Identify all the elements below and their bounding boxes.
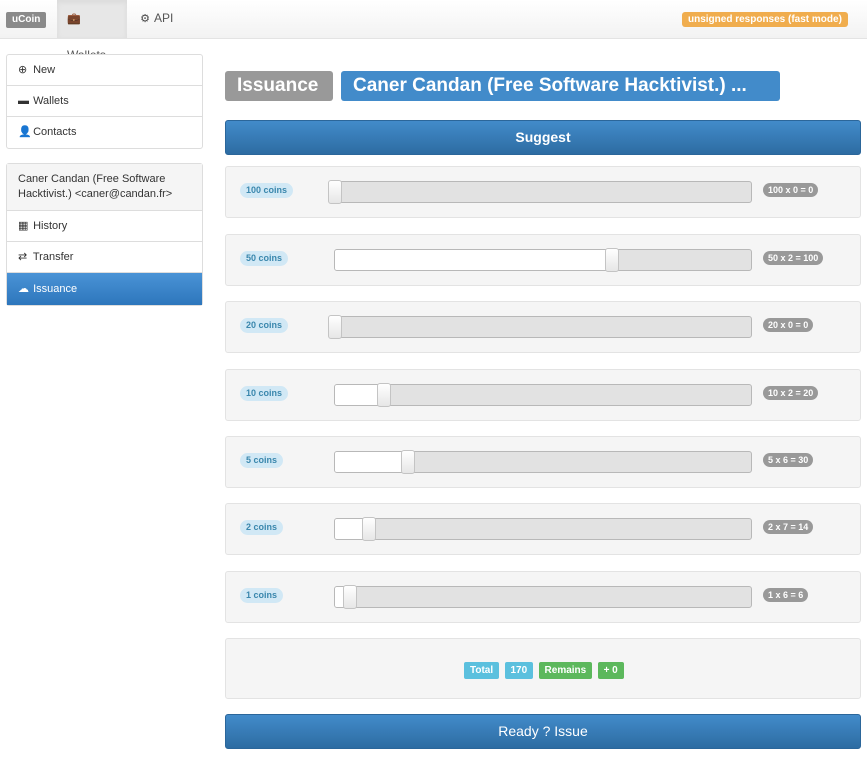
sidebar-main-menu: ⊕ New ▬ Wallets 👤 Contacts xyxy=(6,54,203,149)
slider-handle[interactable] xyxy=(401,450,416,474)
account-header: Caner Candan (Free Software Hacktivist.)… xyxy=(7,164,202,211)
nav-wallets[interactable]: 💼Wallets xyxy=(57,0,127,62)
sidebar-item-contacts[interactable]: 👤 Contacts xyxy=(7,117,202,148)
coin-row: 20 coins 20 x 0 = 0 xyxy=(225,301,861,353)
sidebar-item-history[interactable]: ▦ History xyxy=(7,211,202,242)
slider-handle[interactable] xyxy=(328,180,342,204)
total-value-badge: 170 xyxy=(504,662,534,679)
coin-row: 50 coins 50 x 2 = 100 xyxy=(225,234,861,286)
coin-label: 100 coins xyxy=(240,183,294,198)
coin-calc-badge: 20 x 0 = 0 xyxy=(763,318,814,332)
nav-api-label: API xyxy=(154,11,174,25)
coin-slider[interactable] xyxy=(334,450,752,474)
gear-icon: ⚙ xyxy=(140,13,150,25)
slider-fill xyxy=(335,250,613,270)
coin-calc-badge: 10 x 2 = 20 xyxy=(763,386,819,400)
sidebar-item-transfer[interactable]: ⇄ Transfer xyxy=(7,242,202,273)
coin-calc-badge: 1 x 6 = 6 xyxy=(763,588,809,602)
coin-slider[interactable] xyxy=(334,585,752,609)
slider-fill xyxy=(335,452,409,472)
credit-card-icon: ▬ xyxy=(18,95,29,107)
cloud-upload-icon: ☁ xyxy=(18,283,29,295)
sidebar-account-menu: Caner Candan (Free Software Hacktivist.)… xyxy=(6,163,203,306)
user-icon: 👤 xyxy=(18,126,32,138)
top-navbar: uCoin 💼Wallets ⚙ API unsigned responses (… xyxy=(0,0,867,62)
coin-label: 10 coins xyxy=(240,386,289,401)
coin-label: 2 coins xyxy=(240,520,284,535)
sidebar-item-label: Wallets xyxy=(33,95,69,107)
slider-handle[interactable] xyxy=(342,585,357,609)
slider-handle[interactable] xyxy=(362,517,377,541)
plus-circle-icon: ⊕ xyxy=(18,64,28,76)
remains-label-badge: Remains xyxy=(538,662,593,679)
coin-slider[interactable] xyxy=(328,315,752,339)
coin-slider[interactable] xyxy=(334,383,752,407)
coin-label: 50 coins xyxy=(240,251,289,266)
coin-calc-badge: 50 x 2 = 100 xyxy=(763,251,824,265)
brand-logo[interactable]: uCoin xyxy=(6,12,47,28)
mode-badge: unsigned responses (fast mode) xyxy=(682,12,848,27)
coin-calc-badge: 100 x 0 = 0 xyxy=(763,183,819,197)
coin-calc-badge: 5 x 6 = 30 xyxy=(763,453,814,467)
sidebar-item-label: History xyxy=(33,220,68,232)
sidebar-item-label: New xyxy=(33,64,56,76)
issue-button[interactable]: Ready ? Issue xyxy=(225,714,861,749)
slider-handle[interactable] xyxy=(328,315,342,339)
summary-badges: Total 170 Remains + 0 xyxy=(464,662,626,679)
coin-label: 1 coins xyxy=(240,588,284,603)
coin-row: 2 coins 2 x 7 = 14 xyxy=(225,503,861,555)
sidebar-item-issuance[interactable]: ☁ Issuance xyxy=(7,273,202,305)
transfer-icon: ⇄ xyxy=(18,251,28,263)
coin-slider[interactable] xyxy=(334,517,752,541)
slider-handle[interactable] xyxy=(376,383,391,407)
coin-row: 10 coins 10 x 2 = 20 xyxy=(225,369,861,421)
suggest-button[interactable]: Suggest xyxy=(225,120,861,155)
page-title-account: Caner Candan (Free Software Hacktivist.)… xyxy=(341,71,780,101)
summary-well: Total 170 Remains + 0 xyxy=(225,638,861,699)
coin-slider[interactable] xyxy=(334,248,752,272)
sidebar-item-new[interactable]: ⊕ New xyxy=(7,55,202,86)
sidebar-item-wallets[interactable]: ▬ Wallets xyxy=(7,86,202,117)
nav-api[interactable]: ⚙ API xyxy=(129,0,183,38)
sidebar-item-label: Contacts xyxy=(33,126,77,138)
coin-label: 5 coins xyxy=(240,453,284,468)
coin-row: 5 coins 5 x 6 = 30 xyxy=(225,436,861,488)
remains-value-badge: + 0 xyxy=(597,662,624,679)
briefcase-icon: 💼 xyxy=(67,13,81,25)
coin-slider[interactable] xyxy=(328,180,752,204)
coin-row: 1 coins 1 x 6 = 6 xyxy=(225,571,861,623)
slider-handle[interactable] xyxy=(605,248,620,272)
coin-row: 100 coins 100 x 0 = 0 xyxy=(225,166,861,218)
sidebar-item-label: Transfer xyxy=(32,251,74,263)
calendar-icon: ▦ xyxy=(18,220,29,232)
coin-calc-badge: 2 x 7 = 14 xyxy=(763,520,814,534)
page-title-label: Issuance xyxy=(225,71,333,101)
sidebar-item-label: Issuance xyxy=(33,283,78,295)
coin-label: 20 coins xyxy=(240,318,289,333)
total-label-badge: Total xyxy=(464,662,500,679)
